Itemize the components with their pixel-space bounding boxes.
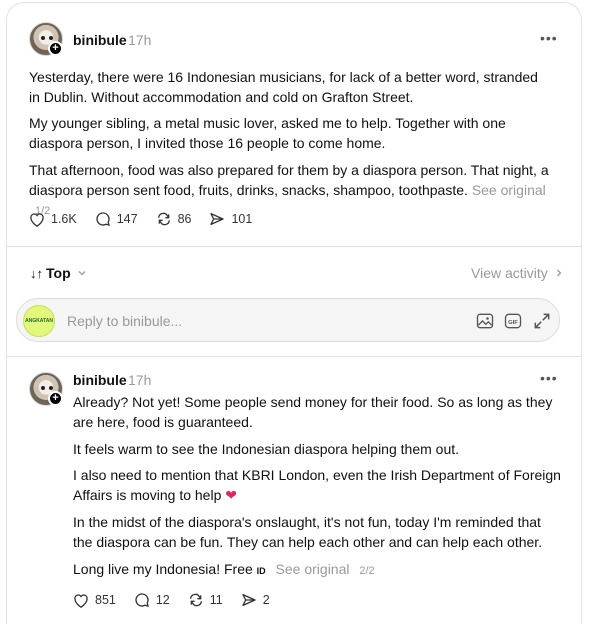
post-username[interactable]: binibule <box>73 32 127 48</box>
post-timestamp: 17h <box>128 32 152 48</box>
red-heart-emoji-icon: ❤ <box>225 486 237 503</box>
comment-button[interactable]: 147 <box>95 211 138 227</box>
reply-paragraph: Long live my Indonesia! Free ID See orig… <box>73 560 563 582</box>
share-button[interactable]: 2 <box>241 592 270 608</box>
section-divider <box>6 246 582 247</box>
view-activity-link[interactable]: View activity <box>471 265 564 281</box>
reply-paragraph: It feels warm to see the Indonesian dias… <box>73 441 460 457</box>
share-count: 2 <box>262 593 270 607</box>
post-paragraph-text: That afternoon, food was also prepared f… <box>29 162 549 198</box>
repost-count: 86 <box>177 212 192 226</box>
like-button[interactable]: 851 <box>73 593 116 608</box>
reply-paragraph: In the midst of the diaspora's onslaught… <box>73 514 543 550</box>
chevron-right-icon <box>556 269 562 277</box>
more-options-icon[interactable]: ••• <box>540 30 558 46</box>
comment-count: 147 <box>116 212 138 226</box>
repost-icon <box>157 212 170 226</box>
view-activity-label: View activity <box>471 265 548 281</box>
svg-text:GIF: GIF <box>508 320 518 326</box>
post-actions: 1.6K 147 86 101 <box>29 211 270 227</box>
expand-icon[interactable] <box>532 311 552 331</box>
sort-arrows-icon: ↓↑ <box>30 265 43 281</box>
reply-composer[interactable]: ANGKATAN Reply to binibule... GIF <box>16 298 560 342</box>
send-icon <box>210 213 225 225</box>
reply-username[interactable]: binibule <box>73 372 127 388</box>
indonesia-flag-icon: ID <box>256 566 266 576</box>
share-count: 101 <box>231 212 253 226</box>
more-options-icon[interactable]: ••• <box>540 370 558 386</box>
reply-input[interactable]: Reply to binibule... <box>67 313 182 329</box>
post-paragraph: My younger sibling, a metal music lover,… <box>29 115 506 151</box>
image-icon[interactable] <box>475 311 495 331</box>
reply-paragraph: Already? Not yet! Some people send money… <box>73 394 553 430</box>
repost-icon <box>189 593 202 607</box>
comment-count: 12 <box>155 593 170 607</box>
avatar-eye-icon <box>49 386 53 390</box>
reply-actions: 851 12 11 2 <box>73 592 288 608</box>
see-original-link[interactable]: See original <box>472 182 546 198</box>
comment-icon <box>135 593 149 607</box>
reply-timestamp: 17h <box>128 372 152 388</box>
see-original-link[interactable]: See original <box>276 561 350 577</box>
avatar-eye-icon <box>41 386 45 390</box>
reply-paragraph-text: Long live my Indonesia! Free <box>73 561 253 577</box>
heart-icon <box>74 593 88 608</box>
avatar-eye-icon <box>49 36 53 40</box>
sort-label: Top <box>46 265 71 281</box>
follow-plus-icon[interactable]: + <box>48 41 63 56</box>
translation-pager: 2/2 <box>359 565 375 577</box>
comment-icon <box>96 212 110 226</box>
sort-dropdown[interactable]: ↓↑ Top <box>30 265 87 281</box>
repost-button[interactable]: 86 <box>156 211 192 227</box>
follow-plus-icon[interactable]: + <box>48 391 63 406</box>
section-divider <box>6 356 582 357</box>
avatar-logo-text: ANGKATAN <box>25 318 53 324</box>
gif-icon[interactable]: GIF <box>503 311 523 331</box>
like-button[interactable]: 1.6K <box>29 212 77 227</box>
current-user-avatar: ANGKATAN <box>23 305 55 337</box>
avatar-eye-icon <box>41 36 45 40</box>
repost-button[interactable]: 11 <box>188 592 223 608</box>
send-icon <box>242 594 256 606</box>
repost-count: 11 <box>209 593 223 607</box>
post-paragraph: Yesterday, there were 16 Indonesian musi… <box>29 69 538 105</box>
comment-button[interactable]: 12 <box>134 592 170 608</box>
heart-icon <box>30 212 44 227</box>
like-count: 1.6K <box>51 212 77 226</box>
like-count: 851 <box>95 593 116 607</box>
share-button[interactable]: 101 <box>209 211 252 227</box>
chevron-down-icon <box>78 271 86 276</box>
reply-paragraph: I also need to mention that KBRI London,… <box>73 466 563 505</box>
reply-paragraph-text: I also need to mention that KBRI London,… <box>73 467 561 503</box>
